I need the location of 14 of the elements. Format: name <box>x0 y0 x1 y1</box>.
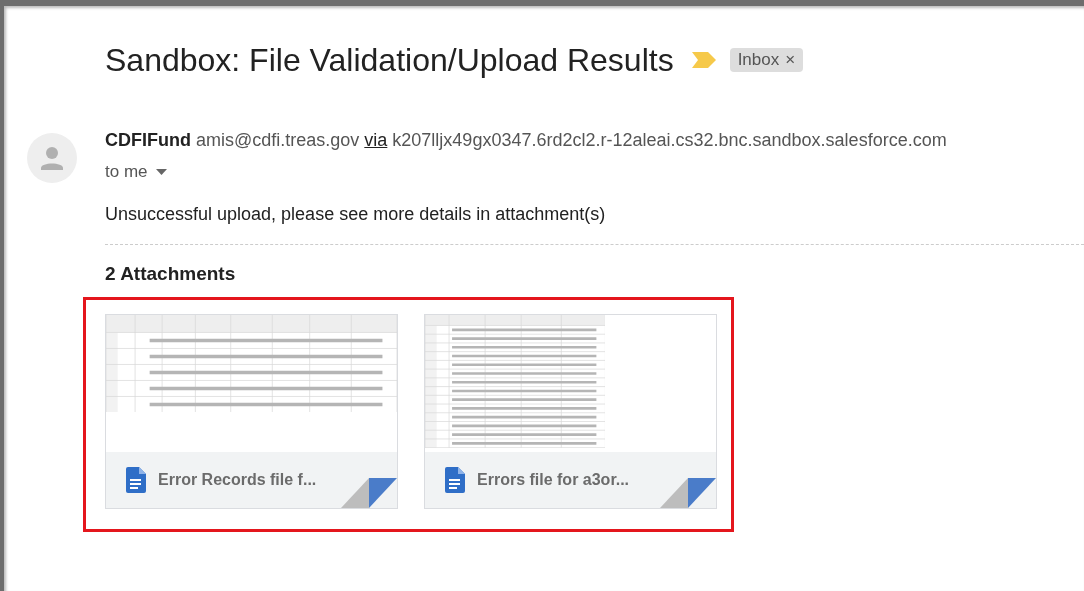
message-body: Unsuccessful upload, please see more details in attachment(s) <box>105 204 607 226</box>
attachment-card[interactable]: Error Records file f... <box>105 314 398 509</box>
attachment-name[interactable]: Errors file for a3or... <box>477 471 630 489</box>
recipient-text: to me <box>105 162 148 182</box>
label-text: Inbox <box>737 50 780 70</box>
sender-email: amis@cdfi.treas.gov <box>196 130 360 151</box>
via-link[interactable]: via <box>364 130 388 151</box>
sender-name: CDFIFund <box>105 130 191 151</box>
attachment-name[interactable]: Error Records file f... <box>158 471 317 489</box>
attachments-heading: 2 Attachments <box>105 263 237 286</box>
attachment-card[interactable]: Errors file for a3or... <box>424 314 717 509</box>
remove-label-button[interactable]: × <box>785 50 796 70</box>
sender-domain: k207lljx49gx0347.6rd2cl2.r-12aleai.cs32.bnc.sandbox.salesforce.com <box>392 130 947 151</box>
email-subject: Sandbox: File Validation/Upload Results <box>105 41 674 79</box>
